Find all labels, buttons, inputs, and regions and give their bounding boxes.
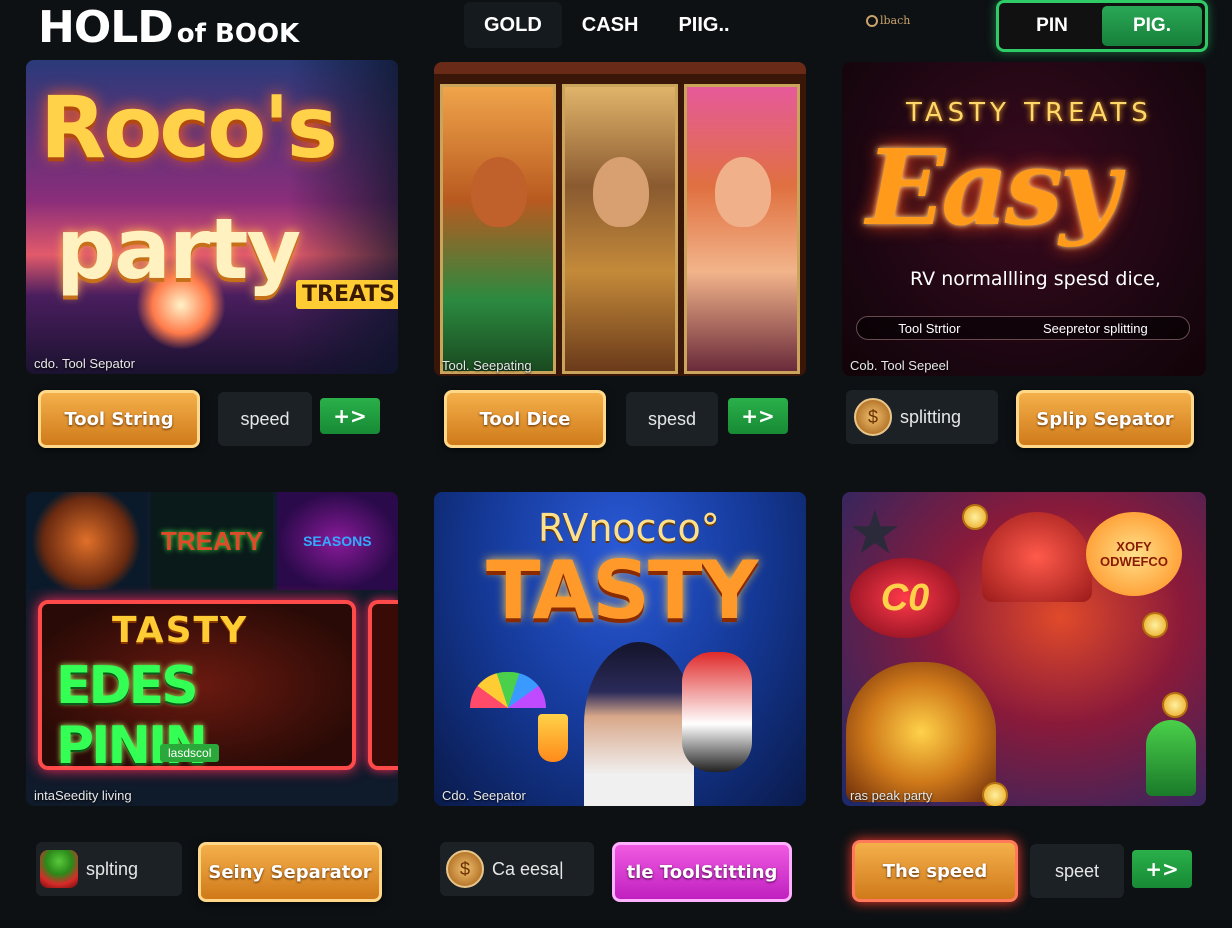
card-art-bar: Tool Strtior Seepretor splitting xyxy=(856,316,1190,340)
tool-string-button[interactable]: Tool String xyxy=(38,390,200,448)
ca-eesa-chip-button[interactable]: $ Ca eesa| xyxy=(440,842,594,896)
pink-hat-lady-portrait xyxy=(715,157,771,227)
card-caption: Tool. Seepating xyxy=(442,358,532,373)
splip-sepator-button[interactable]: Splip Sepator xyxy=(1016,390,1194,448)
roulette-machine xyxy=(846,662,996,802)
reel-gold-lady xyxy=(562,84,678,374)
masked-hero-portrait xyxy=(471,157,527,227)
speet-button[interactable]: speet xyxy=(1030,844,1124,898)
thumb-strip: TREATY SEASONS xyxy=(26,492,398,590)
brand-mini: lbach xyxy=(866,14,910,27)
site-logo[interactable]: HOLD of BOOK xyxy=(38,2,299,53)
bottom-edge xyxy=(0,920,1232,928)
splting-label: splting xyxy=(86,858,139,879)
treaty-thumb: TREATY xyxy=(151,492,273,590)
logo-sub: of BOOK xyxy=(176,19,300,49)
card-caption: Cdo. Seepator xyxy=(442,788,526,803)
reel-masked-hero xyxy=(440,84,556,374)
coin-icon: $ xyxy=(446,850,484,888)
card-caption: intaSeedity living xyxy=(34,788,132,803)
splitting-chip-button[interactable]: $ splitting xyxy=(846,390,998,444)
burger-thumb xyxy=(26,492,148,590)
board-title: TASTY xyxy=(112,610,249,651)
board-side-frame xyxy=(368,600,398,770)
game-card-reels[interactable]: Tool. Seepating xyxy=(434,62,806,376)
card-art-bar-right: Seepretor splitting xyxy=(1042,320,1148,336)
tab-piig[interactable]: PIIG.. xyxy=(658,2,749,48)
card-art-title-2: TASTY xyxy=(486,544,758,637)
card-caption: Cob. Tool Sepeel xyxy=(850,358,949,373)
game-card-peak-party[interactable]: ★ C0 XOFY ODWEFCO ras peak party xyxy=(842,492,1206,806)
card-art-tag: TREATS xyxy=(296,280,398,309)
seasons-thumb: SEASONS xyxy=(276,492,398,590)
card-art-title-2: party xyxy=(56,200,301,298)
toggle-pin[interactable]: PIN xyxy=(1002,6,1102,46)
slot-machine-icon xyxy=(682,652,752,772)
cocktail-icon xyxy=(538,714,568,762)
promo-badge: XOFY ODWEFCO xyxy=(1086,512,1182,596)
card-caption: ras peak party xyxy=(850,788,933,803)
ca-eesa-label: Ca eesa| xyxy=(492,858,564,879)
top-nav: GOLD CASH PIIG.. xyxy=(464,2,750,48)
go-arrow-button[interactable]: +> xyxy=(320,398,380,434)
card-art-bar-left: Tool Strtior xyxy=(898,320,961,336)
brand-emblem-icon xyxy=(866,14,878,27)
top-bar: HOLD of BOOK GOLD CASH PIIG.. lbach PIN P… xyxy=(0,0,1232,56)
beach-umbrella-icon xyxy=(470,672,546,708)
cactus-icon xyxy=(1146,720,1196,796)
game-card-rocos-party[interactable]: Roco's party TREATS cdo. Tool Sepator xyxy=(26,60,398,374)
coin-icon xyxy=(1142,612,1168,638)
casino-sign: C0 xyxy=(850,558,960,638)
tab-gold[interactable]: GOLD xyxy=(464,2,562,48)
go-arrow-button-3[interactable]: +> xyxy=(1132,850,1192,888)
the-speed-button[interactable]: The speed xyxy=(852,840,1018,902)
board-plaque: lasdscol xyxy=(160,744,220,762)
game-card-tasty-treats[interactable]: TASTY TREATS Easy RV normallling spesd d… xyxy=(842,62,1206,376)
card-art-title: Roco's xyxy=(40,78,338,178)
toggle-pig[interactable]: PIG. xyxy=(1102,6,1202,46)
spesd-button[interactable]: spesd xyxy=(626,392,718,446)
reel-pink-hat-lady xyxy=(684,84,800,374)
tab-cash[interactable]: CASH xyxy=(562,2,659,48)
star-icon: ★ xyxy=(848,499,902,566)
gold-lady-portrait xyxy=(593,157,649,227)
logo-main: HOLD xyxy=(38,2,174,53)
tool-stitting-button[interactable]: tle ToolStitting xyxy=(612,842,792,902)
card-art-subtitle: RV normallling spesd dice, xyxy=(910,268,1161,290)
coin-icon xyxy=(962,504,988,530)
go-arrow-button-2[interactable]: +> xyxy=(728,398,788,434)
coin-icon: $ xyxy=(854,398,892,436)
card-art-title: TASTY TREATS xyxy=(906,98,1153,128)
brand-mini-label: lbach xyxy=(880,14,911,27)
neon-board: TASTY EDES PININ lasdscol xyxy=(38,600,356,776)
seiny-separator-button[interactable]: Seiny Separator xyxy=(198,842,382,902)
card-caption: cdo. Tool Sepator xyxy=(34,356,135,371)
game-card-rvnocco-tasty[interactable]: RVnocco° TASTY Cdo. Seepator xyxy=(434,492,806,806)
lady-portrait xyxy=(584,642,694,806)
coin-icon xyxy=(1162,692,1188,718)
tool-dice-button[interactable]: Tool Dice xyxy=(444,390,606,448)
card-art-title-2: Easy xyxy=(866,126,1120,249)
speed-button[interactable]: speed xyxy=(218,392,312,446)
coin-icon xyxy=(982,782,1008,806)
game-card-tasty-spinin[interactable]: TREATY SEASONS TASTY EDES PININ lasdscol… xyxy=(26,492,398,806)
splitting-label: splitting xyxy=(900,406,962,427)
splting-chip-button[interactable]: splting xyxy=(36,842,182,896)
red-hat-graphic xyxy=(982,512,1092,602)
fruit-stack-icon xyxy=(40,850,78,888)
mode-toggle[interactable]: PIN PIG. xyxy=(996,0,1208,52)
